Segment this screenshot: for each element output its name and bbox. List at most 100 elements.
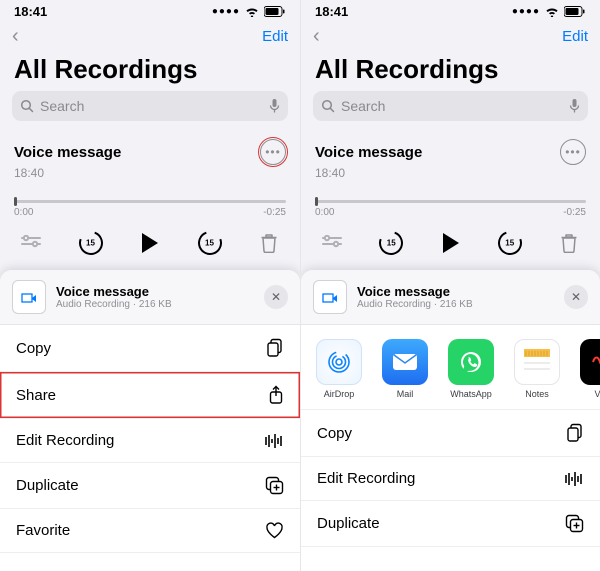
skip-back-button[interactable]: 15: [76, 228, 106, 258]
back-button[interactable]: ‹: [313, 25, 320, 48]
search-icon: [20, 99, 34, 113]
delete-button[interactable]: [254, 228, 284, 258]
page-title: All Recordings: [0, 50, 300, 91]
recording-item[interactable]: Voice message ••• 18:40: [301, 131, 600, 184]
menu-edit-recording[interactable]: Edit Recording: [0, 419, 300, 463]
menu-duplicate-label: Duplicate: [317, 515, 380, 532]
app-label: Voic: [578, 389, 600, 399]
notes-icon: [514, 339, 560, 385]
recording-item[interactable]: Voice message ••• 18:40: [0, 131, 300, 184]
airdrop-icon: [316, 339, 362, 385]
skip-forward-button[interactable]: 15: [495, 228, 525, 258]
sheet-subtitle: Audio Recording · 216 KB: [56, 299, 172, 310]
time-row: 0:00 -0:25: [301, 205, 600, 224]
menu-favorite[interactable]: Favorite: [0, 509, 300, 553]
elapsed-time: 0:00: [14, 207, 33, 218]
more-button[interactable]: •••: [560, 139, 586, 165]
recording-title: Voice message: [14, 144, 121, 161]
menu-share[interactable]: Share: [0, 372, 300, 419]
remaining-time: -0:25: [563, 207, 586, 218]
close-sheet-button[interactable]: ✕: [564, 285, 588, 309]
menu-duplicate-label: Duplicate: [16, 477, 79, 494]
battery-icon: [264, 6, 286, 17]
scrubber-knob[interactable]: [315, 197, 318, 206]
more-button[interactable]: •••: [260, 139, 286, 165]
recording-time: 18:40: [315, 166, 586, 180]
menu-copy[interactable]: Copy: [301, 410, 600, 457]
share-icon: [268, 385, 284, 405]
search-input[interactable]: Search: [313, 91, 588, 121]
screen-left: 18:41 ●●●● ‹ Edit All Recordings Search: [0, 0, 300, 571]
whatsapp-icon: [448, 339, 494, 385]
cellular-dots-icon: ●●●●: [512, 6, 540, 17]
menu-copy-label: Copy: [16, 340, 51, 357]
skip-back-button[interactable]: 15: [376, 228, 406, 258]
menu-duplicate[interactable]: Duplicate: [0, 463, 300, 509]
waveform-icon: [564, 471, 584, 487]
waveform-icon: [264, 433, 284, 449]
app-mail[interactable]: Mail: [381, 339, 429, 399]
app-airdrop[interactable]: AirDrop: [315, 339, 363, 399]
recording-title: Voice message: [315, 144, 422, 161]
back-button[interactable]: ‹: [12, 25, 19, 48]
nav-bar: ‹ Edit: [0, 22, 300, 50]
menu-copy[interactable]: Copy: [0, 325, 300, 372]
equalizer-button[interactable]: [317, 228, 347, 258]
share-apps-row[interactable]: AirDrop Mail WhatsApp: [301, 325, 600, 410]
mic-icon[interactable]: [569, 98, 580, 114]
remaining-time: -0:25: [263, 207, 286, 218]
mic-icon[interactable]: [269, 98, 280, 114]
status-bar: 18:41 ●●●●: [0, 0, 300, 22]
edit-button[interactable]: Edit: [262, 28, 288, 45]
skip-forward-button[interactable]: 15: [195, 228, 225, 258]
app-label: Mail: [380, 389, 430, 399]
app-voice[interactable]: Voic: [579, 339, 600, 399]
menu-edit-recording[interactable]: Edit Recording: [301, 457, 600, 501]
status-bar: 18:41 ●●●●: [301, 0, 600, 22]
player-controls: 15 15: [301, 224, 600, 270]
scrubber[interactable]: [14, 200, 286, 203]
nav-bar: ‹ Edit: [301, 22, 600, 50]
status-time: 18:41: [14, 4, 47, 19]
status-indicators: ●●●●: [512, 6, 586, 17]
scrubber-knob[interactable]: [14, 197, 17, 206]
search-placeholder: Search: [40, 98, 84, 114]
cellular-dots-icon: ●●●●: [212, 6, 240, 17]
status-indicators: ●●●●: [212, 6, 286, 17]
menu-duplicate[interactable]: Duplicate: [301, 501, 600, 547]
menu-copy-label: Copy: [317, 425, 352, 442]
share-actions-menu: Copy Edit Recording Duplicate: [301, 410, 600, 547]
mail-icon: [382, 339, 428, 385]
app-label: WhatsApp: [446, 389, 496, 399]
copy-icon: [566, 423, 584, 443]
wifi-icon: [245, 6, 259, 17]
app-whatsapp[interactable]: WhatsApp: [447, 339, 495, 399]
battery-icon: [564, 6, 586, 17]
menu-edit-label: Edit Recording: [16, 432, 114, 449]
app-label: Notes: [512, 389, 562, 399]
search-placeholder: Search: [341, 98, 385, 114]
player-controls: 15 15: [0, 224, 300, 270]
sheet-header: Voice message Audio Recording · 216 KB ✕: [0, 270, 300, 325]
elapsed-time: 0:00: [315, 207, 334, 218]
scrubber[interactable]: [315, 200, 586, 203]
equalizer-button[interactable]: [16, 228, 46, 258]
duplicate-icon: [565, 514, 584, 533]
menu-share-label: Share: [16, 387, 56, 404]
play-button[interactable]: [436, 228, 466, 258]
play-button[interactable]: [135, 228, 165, 258]
page-title: All Recordings: [301, 50, 600, 91]
delete-button[interactable]: [554, 228, 584, 258]
search-input[interactable]: Search: [12, 91, 288, 121]
context-menu: Copy Share Edit Recording: [0, 325, 300, 553]
time-row: 0:00 -0:25: [0, 205, 300, 224]
sheet-header: Voice message Audio Recording · 216 KB ✕: [301, 270, 600, 325]
edit-button[interactable]: Edit: [562, 28, 588, 45]
audio-file-icon: [12, 280, 46, 314]
app-notes[interactable]: Notes: [513, 339, 561, 399]
close-sheet-button[interactable]: ✕: [264, 285, 288, 309]
voice-memos-icon: [580, 339, 600, 385]
search-icon: [321, 99, 335, 113]
audio-file-icon: [313, 280, 347, 314]
sheet-subtitle: Audio Recording · 216 KB: [357, 299, 473, 310]
